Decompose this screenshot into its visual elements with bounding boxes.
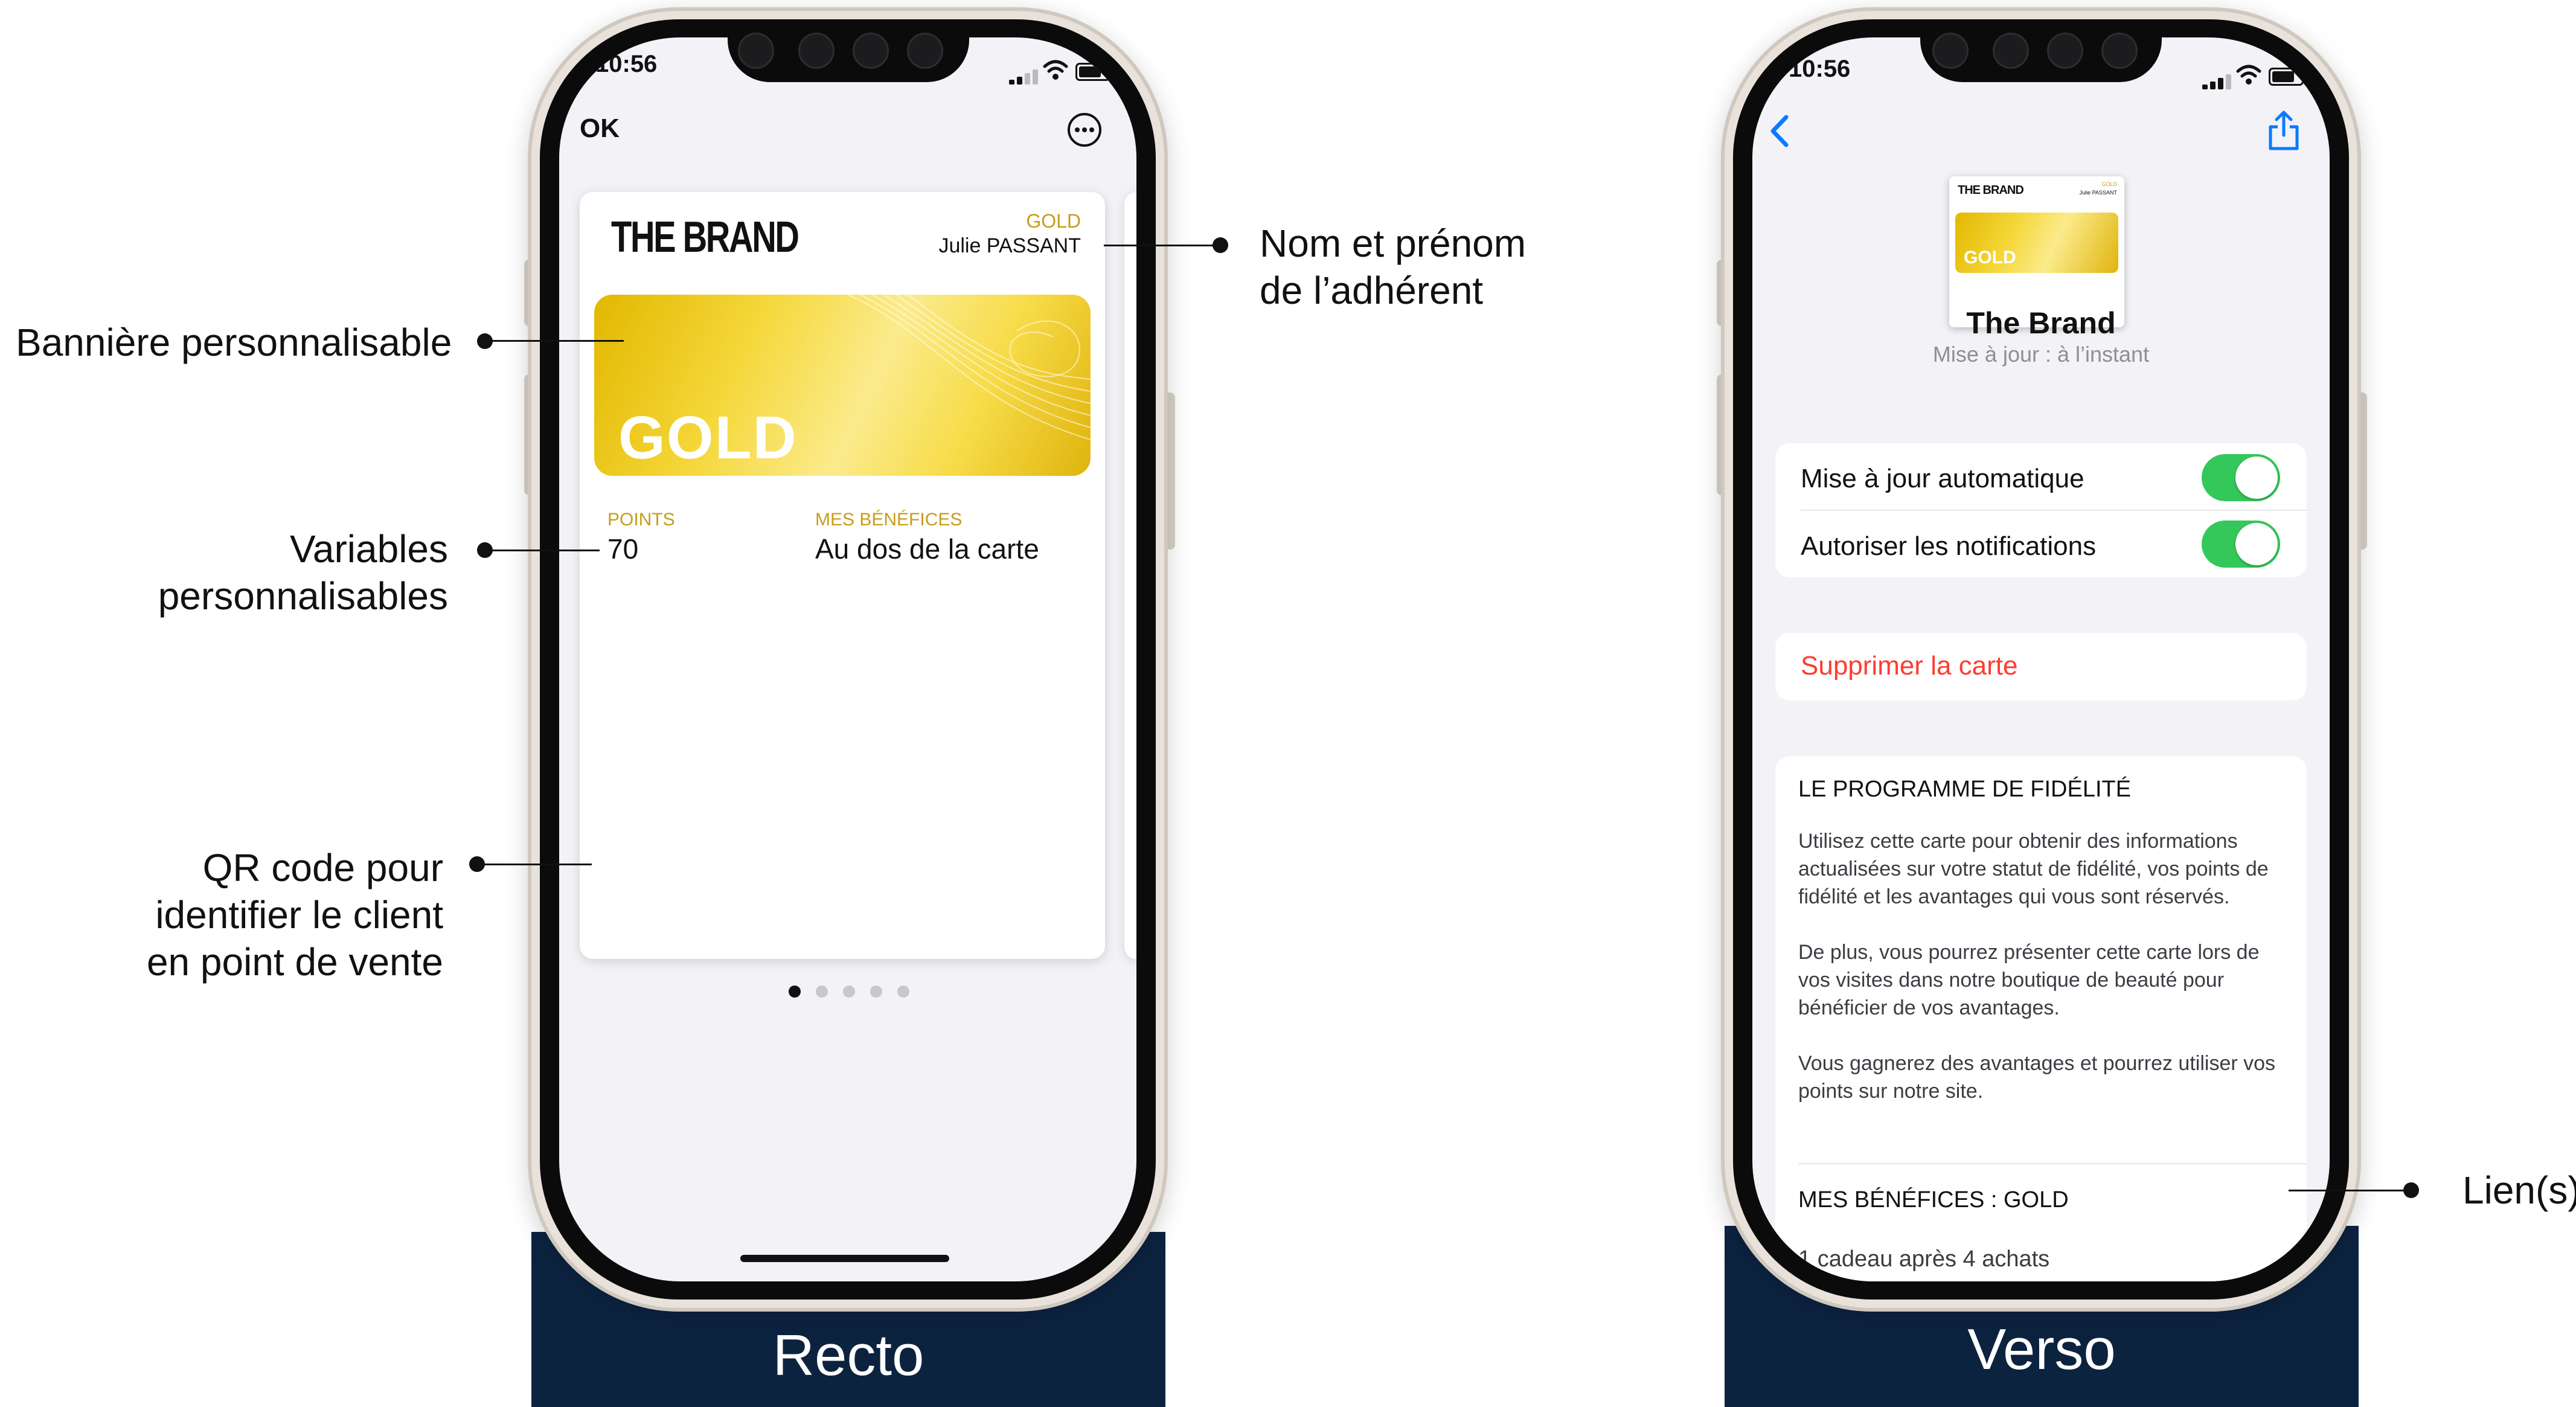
points-value: 70 xyxy=(607,533,639,565)
pass-title: The Brand xyxy=(1966,306,2116,340)
annotation-name-line1: Nom et prénom xyxy=(1260,222,1527,265)
annotation-line xyxy=(2289,1190,2415,1191)
verso-label: Verso xyxy=(1967,1317,2116,1382)
annotation-dot xyxy=(2403,1182,2419,1198)
page-dot xyxy=(816,986,828,998)
annotation-qr-line2: identifier le client xyxy=(155,893,443,937)
program-paragraph-2: De plus, vous pourrez présenter cette ca… xyxy=(1798,941,2260,1019)
page-dot xyxy=(843,986,855,998)
card-banner: GOLD xyxy=(594,295,1091,476)
program-paragraph-3: Vous gagnerez des avantages et pourrez u… xyxy=(1798,1052,2276,1103)
battery-tip xyxy=(1110,68,1113,74)
annotation-line xyxy=(485,550,600,551)
thumb-banner: GOLD xyxy=(1955,213,2118,273)
thumb-name: Julie PASSANT xyxy=(2079,190,2117,196)
share-icon[interactable] xyxy=(2266,109,2302,152)
signal-icon xyxy=(1009,68,1039,85)
page-dot xyxy=(897,986,909,998)
program-info-group: LE PROGRAMME DE FIDÉLITÉ Utilisez cette … xyxy=(1775,756,2307,1281)
annotation-banner: Bannière personnalisable xyxy=(16,321,452,364)
battery-tip xyxy=(2304,72,2307,79)
tier-label: GOLD xyxy=(1026,210,1081,232)
annotation-name: Nom et prénom de l’adhérent xyxy=(1260,220,1526,314)
page-dot-active xyxy=(789,986,801,998)
wifi-icon xyxy=(2235,63,2262,87)
benefits-label: MES BÉNÉFICES xyxy=(815,510,963,530)
benefits-value: Au dos de la carte xyxy=(815,533,1039,565)
benefits-title: MES BÉNÉFICES : GOLD xyxy=(1798,1187,2069,1213)
annotation-line xyxy=(1104,245,1225,246)
benefits-value[interactable]: 1 cadeau après 4 achats xyxy=(1798,1246,2049,1272)
annotation-variables: Variables personnalisables xyxy=(60,525,448,620)
points-label: POINTS xyxy=(607,510,675,530)
row-separator xyxy=(1801,510,2307,511)
verso-screen: 10:56 THE BRAND GOLD Julie PASSANT GOLD … xyxy=(1752,37,2330,1281)
thumb-banner-text: GOLD xyxy=(1964,248,2016,268)
delete-card-group[interactable]: Supprimer la carte xyxy=(1775,633,2307,700)
status-time: 10:56 xyxy=(1789,56,1851,82)
loyalty-card-front[interactable]: THE BRAND GOLD Julie PASSANT GOLD POINTS… xyxy=(580,192,1105,959)
program-paragraph-1: Utilisez cette carte pour obtenir des in… xyxy=(1798,830,2269,908)
camera-dot xyxy=(2101,33,2138,69)
member-name: Julie PASSANT xyxy=(938,234,1081,257)
thumb-logo: THE BRAND xyxy=(1958,184,2024,197)
annotation-line xyxy=(485,340,624,342)
thumb-tier: GOLD xyxy=(2101,181,2117,187)
ok-button[interactable]: OK xyxy=(580,114,620,144)
camera-dot xyxy=(2047,33,2083,69)
annotation-dot xyxy=(1213,237,1228,253)
camera-dot xyxy=(907,33,943,69)
annotation-qr-line1: QR code pour xyxy=(202,846,443,889)
status-time: 10:56 xyxy=(595,51,658,77)
next-card-peek[interactable] xyxy=(1124,192,1136,959)
page-indicator[interactable] xyxy=(789,986,909,1000)
page-dot xyxy=(870,986,882,998)
auto-update-label: Mise à jour automatique xyxy=(1801,464,2084,493)
back-chevron-icon[interactable] xyxy=(1764,110,1795,152)
camera-dot xyxy=(798,33,835,69)
camera-dot xyxy=(738,33,774,69)
delete-card-button[interactable]: Supprimer la carte xyxy=(1801,651,2017,681)
camera-dot xyxy=(853,33,889,69)
battery-icon xyxy=(2269,68,2304,86)
program-title: LE PROGRAMME DE FIDÉLITÉ xyxy=(1798,777,2132,802)
annotation-links: Lien(s) xyxy=(2462,1168,2576,1212)
more-options-icon[interactable] xyxy=(1066,112,1103,148)
brand-logo: THE BRAND xyxy=(611,213,799,261)
signal-icon xyxy=(2202,72,2232,89)
annotation-variables-line1: Variables xyxy=(289,527,448,571)
recto-screen: 10:56 OK THE BRAND GOLD Julie PASSANT GO… xyxy=(559,37,1136,1281)
pass-subtitle: Mise à jour : à l’instant xyxy=(1932,342,2150,367)
banner-gold-text: GOLD xyxy=(618,404,798,472)
annotation-line xyxy=(477,864,592,865)
annotation-qr-line3: en point de vente xyxy=(146,940,443,984)
annotation-name-line2: de l’adhérent xyxy=(1260,269,1484,312)
notifications-label: Autoriser les notifications xyxy=(1801,531,2097,561)
camera-dot xyxy=(1932,33,1969,69)
battery-icon xyxy=(1075,63,1110,81)
auto-update-toggle[interactable] xyxy=(2202,454,2280,501)
row-separator xyxy=(1798,1163,2307,1164)
annotation-variables-line2: personnalisables xyxy=(158,574,448,618)
notifications-toggle[interactable] xyxy=(2202,521,2280,568)
card-thumbnail: THE BRAND GOLD Julie PASSANT GOLD xyxy=(1949,176,2124,327)
camera-dot xyxy=(1993,33,2029,69)
settings-group: Mise à jour automatique Autoriser les no… xyxy=(1775,443,2307,577)
annotation-qr: QR code pour identifier le client en poi… xyxy=(60,844,443,986)
recto-label: Recto xyxy=(772,1323,924,1388)
home-indicator[interactable] xyxy=(740,1255,949,1262)
wifi-icon xyxy=(1042,58,1069,82)
